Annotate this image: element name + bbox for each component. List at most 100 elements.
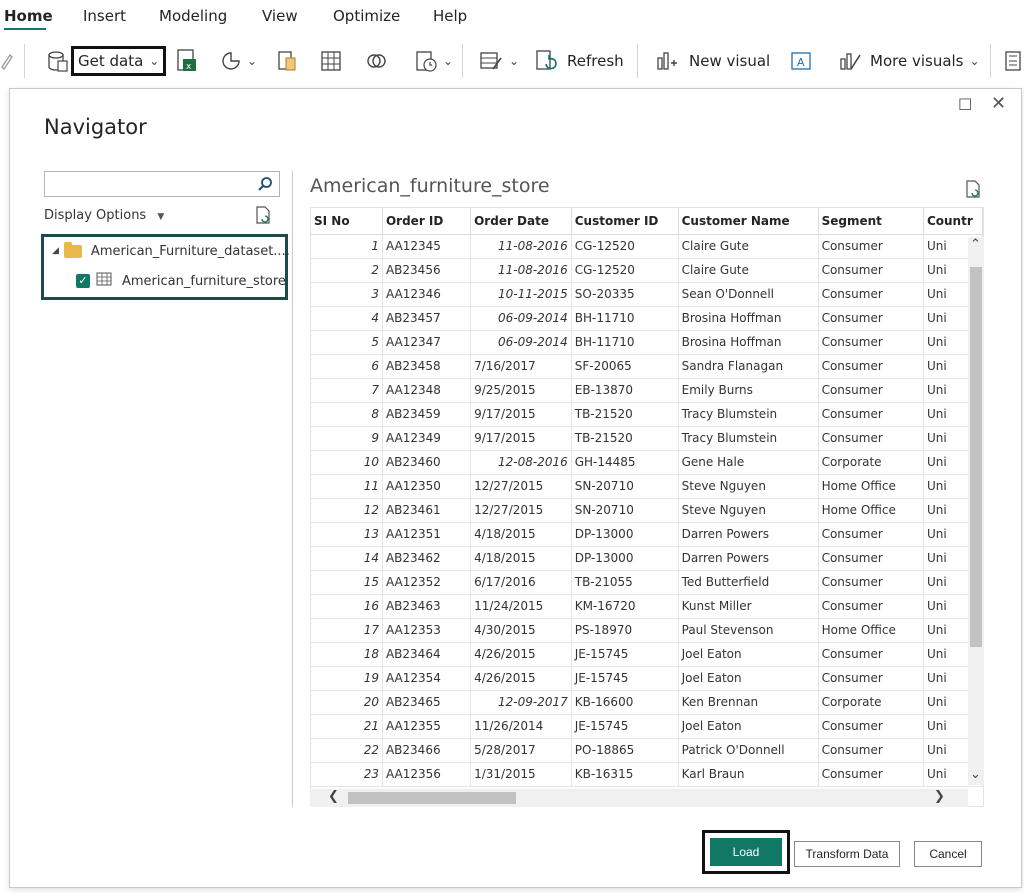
- table-row: 22 AB23466 5/28/2017 PO-18865 Patrick O'Donn…: [311, 738, 983, 763]
- text-box-icon[interactable]: A: [790, 44, 812, 78]
- transform-data-button[interactable]: Transform Data: [794, 841, 900, 867]
- table-cell: 3: [311, 282, 383, 307]
- table-cell: EB-13870: [571, 378, 679, 403]
- scroll-down-icon[interactable]: ⌄: [970, 767, 981, 782]
- table-row: 11 AA12350 12/27/2015 SN-20710 Steve Nguyen H…: [311, 474, 983, 499]
- table-cell: 12/27/2015: [470, 498, 572, 523]
- table-row: 3 AA12346 10-11-2015 SO-20335 Sean O'Donnell…: [311, 282, 983, 307]
- column-header[interactable]: SI No: [311, 208, 383, 235]
- scroll-right-icon[interactable]: ❯: [934, 789, 945, 804]
- display-options-label: Display Options: [44, 208, 147, 223]
- table-cell: SN-20710: [571, 474, 679, 499]
- refresh-icon[interactable]: [254, 205, 272, 229]
- calculator-icon[interactable]: [1004, 44, 1022, 78]
- tab-home[interactable]: Home: [4, 7, 53, 25]
- search-icon[interactable]: [257, 176, 273, 196]
- enter-data-icon[interactable]: [320, 44, 342, 78]
- column-header[interactable]: Order ID: [382, 208, 472, 235]
- table-cell: KB-16600: [571, 690, 679, 715]
- table-cell: AB23459: [382, 402, 472, 427]
- table-cell: AB23458: [382, 354, 472, 379]
- tab-modeling[interactable]: Modeling: [159, 7, 227, 25]
- column-header[interactable]: Countr: [923, 208, 983, 235]
- tab-optimize[interactable]: Optimize: [333, 7, 400, 25]
- get-data-button[interactable]: Get data ⌄: [71, 46, 167, 76]
- table-cell: 06-09-2014: [470, 306, 572, 331]
- table-cell: Tracy Blumstein: [678, 402, 819, 427]
- cancel-button[interactable]: Cancel: [914, 841, 982, 867]
- column-header[interactable]: Customer ID: [571, 208, 679, 235]
- scroll-left-icon[interactable]: ❮: [328, 789, 339, 804]
- tab-help[interactable]: Help: [433, 7, 467, 25]
- active-tab-indicator: [4, 28, 46, 30]
- table-cell: JE-15745: [571, 642, 679, 667]
- table-cell: 17: [311, 618, 383, 643]
- table-row: 1 AA12345 11-08-2016 CG-12520 Claire Gute Con…: [311, 234, 983, 259]
- table-cell: 06-09-2014: [470, 330, 572, 355]
- table-cell: Consumer: [818, 258, 924, 283]
- load-button[interactable]: Load: [710, 838, 782, 866]
- new-visual-button[interactable]: New visual: [655, 44, 770, 78]
- table-cell: 18: [311, 642, 383, 667]
- table-cell: 2: [311, 258, 383, 283]
- table-cell: Joel Eaton: [678, 642, 819, 667]
- recent-sources-icon[interactable]: [365, 44, 387, 78]
- table-cell: 12-08-2016: [470, 450, 572, 475]
- table-cell: 1: [311, 234, 383, 259]
- excel-icon[interactable]: x: [176, 44, 198, 78]
- horizontal-scroll-thumb[interactable]: [348, 792, 516, 804]
- column-header[interactable]: Segment: [818, 208, 924, 235]
- scroll-up-icon[interactable]: ⌃: [970, 237, 981, 252]
- column-header[interactable]: Order Date: [470, 208, 572, 235]
- table-cell: Brosina Hoffman: [678, 306, 819, 331]
- vertical-scrollbar[interactable]: ⌃ ⌄: [968, 237, 984, 785]
- tree-item-american-furniture-store[interactable]: ✓ American_furniture_store: [44, 268, 286, 294]
- refresh-preview-icon[interactable]: [964, 179, 982, 203]
- table-row: 20 AB23465 12-09-2017 KB-16600 Ken Brennan Co…: [311, 690, 983, 715]
- table-cell: Claire Gute: [678, 258, 819, 283]
- collapse-triangle-icon[interactable]: ◢: [52, 246, 59, 256]
- table-cell: AB23465: [382, 690, 472, 715]
- close-icon[interactable]: ✕: [991, 93, 1006, 114]
- vertical-scroll-thumb[interactable]: [970, 267, 982, 647]
- dialog-title: Navigator: [44, 115, 147, 139]
- tab-insert[interactable]: Insert: [83, 7, 126, 25]
- format-painter-icon[interactable]: [0, 44, 14, 78]
- more-visuals-button[interactable]: More visuals ⌄: [838, 44, 980, 78]
- refresh-button[interactable]: Refresh: [535, 44, 624, 78]
- transform-data-icon[interactable]: ⌄: [479, 44, 519, 78]
- table-cell: 5: [311, 330, 383, 355]
- table-cell: 11/26/2014: [470, 714, 572, 739]
- column-header[interactable]: Customer Name: [678, 208, 819, 235]
- tab-view[interactable]: View: [262, 7, 298, 25]
- table-cell: Claire Gute: [678, 234, 819, 259]
- more-visuals-label: More visuals: [870, 52, 964, 70]
- checkbox-icon[interactable]: ✓: [76, 274, 90, 288]
- table-cell: 14: [311, 546, 383, 571]
- table-cell: 8: [311, 402, 383, 427]
- table-row: 23 AA12356 1/31/2015 KB-16315 Karl Braun Cons…: [311, 762, 983, 787]
- table-cell: AA12353: [382, 618, 472, 643]
- database-icon[interactable]: [46, 44, 68, 78]
- table-cell: 5/28/2017: [470, 738, 572, 763]
- table-cell: 15: [311, 570, 383, 595]
- onelake-icon[interactable]: [276, 44, 298, 78]
- tree-folder[interactable]: ◢ American_Furniture_dataset....: [44, 238, 290, 264]
- horizontal-scrollbar[interactable]: ❮ ❯: [310, 789, 968, 807]
- search-input[interactable]: [44, 171, 280, 197]
- table-cell: AA12355: [382, 714, 472, 739]
- table-row: 19 AA12354 4/26/2015 JE-15745 Joel Eaton Cons…: [311, 666, 983, 691]
- folder-label: American_Furniture_dataset....: [90, 243, 290, 259]
- schedule-icon[interactable]: ⌄: [415, 44, 453, 78]
- display-options-dropdown[interactable]: Display Options ▼: [44, 208, 164, 223]
- maximize-icon[interactable]: ☐: [958, 95, 972, 114]
- dataverse-icon[interactable]: ⌄: [221, 44, 257, 78]
- table-cell: Steve Nguyen: [678, 474, 819, 499]
- table-cell: Corporate: [818, 450, 924, 475]
- table-cell: 4: [311, 306, 383, 331]
- table-cell: AB23464: [382, 642, 472, 667]
- table-cell: Consumer: [818, 282, 924, 307]
- table-row: 16 AB23463 11/24/2015 KM-16720 Kunst Miller C…: [311, 594, 983, 619]
- table-cell: JE-15745: [571, 666, 679, 691]
- table-cell: Kunst Miller: [678, 594, 819, 619]
